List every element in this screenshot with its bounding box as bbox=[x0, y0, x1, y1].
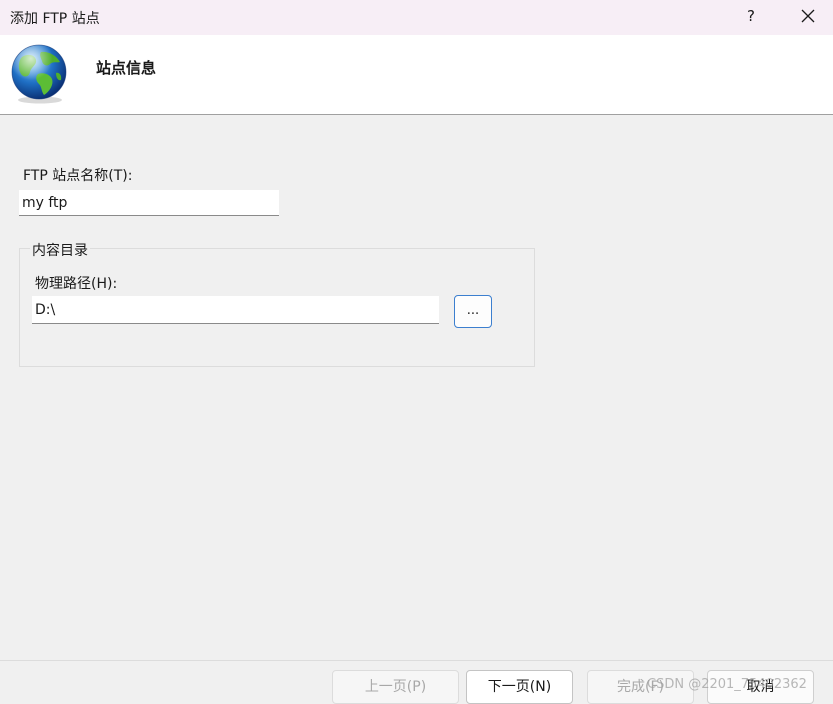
window-title: 添加 FTP 站点 bbox=[10, 11, 100, 27]
wizard-header: 站点信息 bbox=[0, 35, 833, 115]
globe-icon bbox=[11, 44, 67, 104]
physical-path-label: 物理路径(H): bbox=[35, 276, 118, 292]
site-name-input[interactable] bbox=[19, 190, 279, 216]
content-directory-group: 内容目录 物理路径(H): ... bbox=[19, 240, 535, 367]
wizard-footer: 上一页(P) 下一页(N) 完成(F) 取消 bbox=[0, 660, 833, 704]
previous-button[interactable]: 上一页(P) bbox=[332, 670, 459, 704]
cancel-button[interactable]: 取消 bbox=[707, 670, 814, 704]
next-button[interactable]: 下一页(N) bbox=[466, 670, 573, 704]
close-button[interactable] bbox=[790, 0, 826, 32]
browse-button[interactable]: ... bbox=[454, 295, 492, 328]
title-bar: 添加 FTP 站点 ? bbox=[0, 0, 833, 35]
physical-path-input[interactable] bbox=[32, 296, 439, 324]
help-button[interactable]: ? bbox=[735, 0, 767, 32]
page-title: 站点信息 bbox=[96, 59, 157, 77]
close-icon bbox=[801, 9, 815, 23]
finish-button[interactable]: 完成(F) bbox=[587, 670, 694, 704]
site-name-label: FTP 站点名称(T): bbox=[23, 168, 133, 184]
content-directory-legend: 内容目录 bbox=[30, 240, 90, 260]
